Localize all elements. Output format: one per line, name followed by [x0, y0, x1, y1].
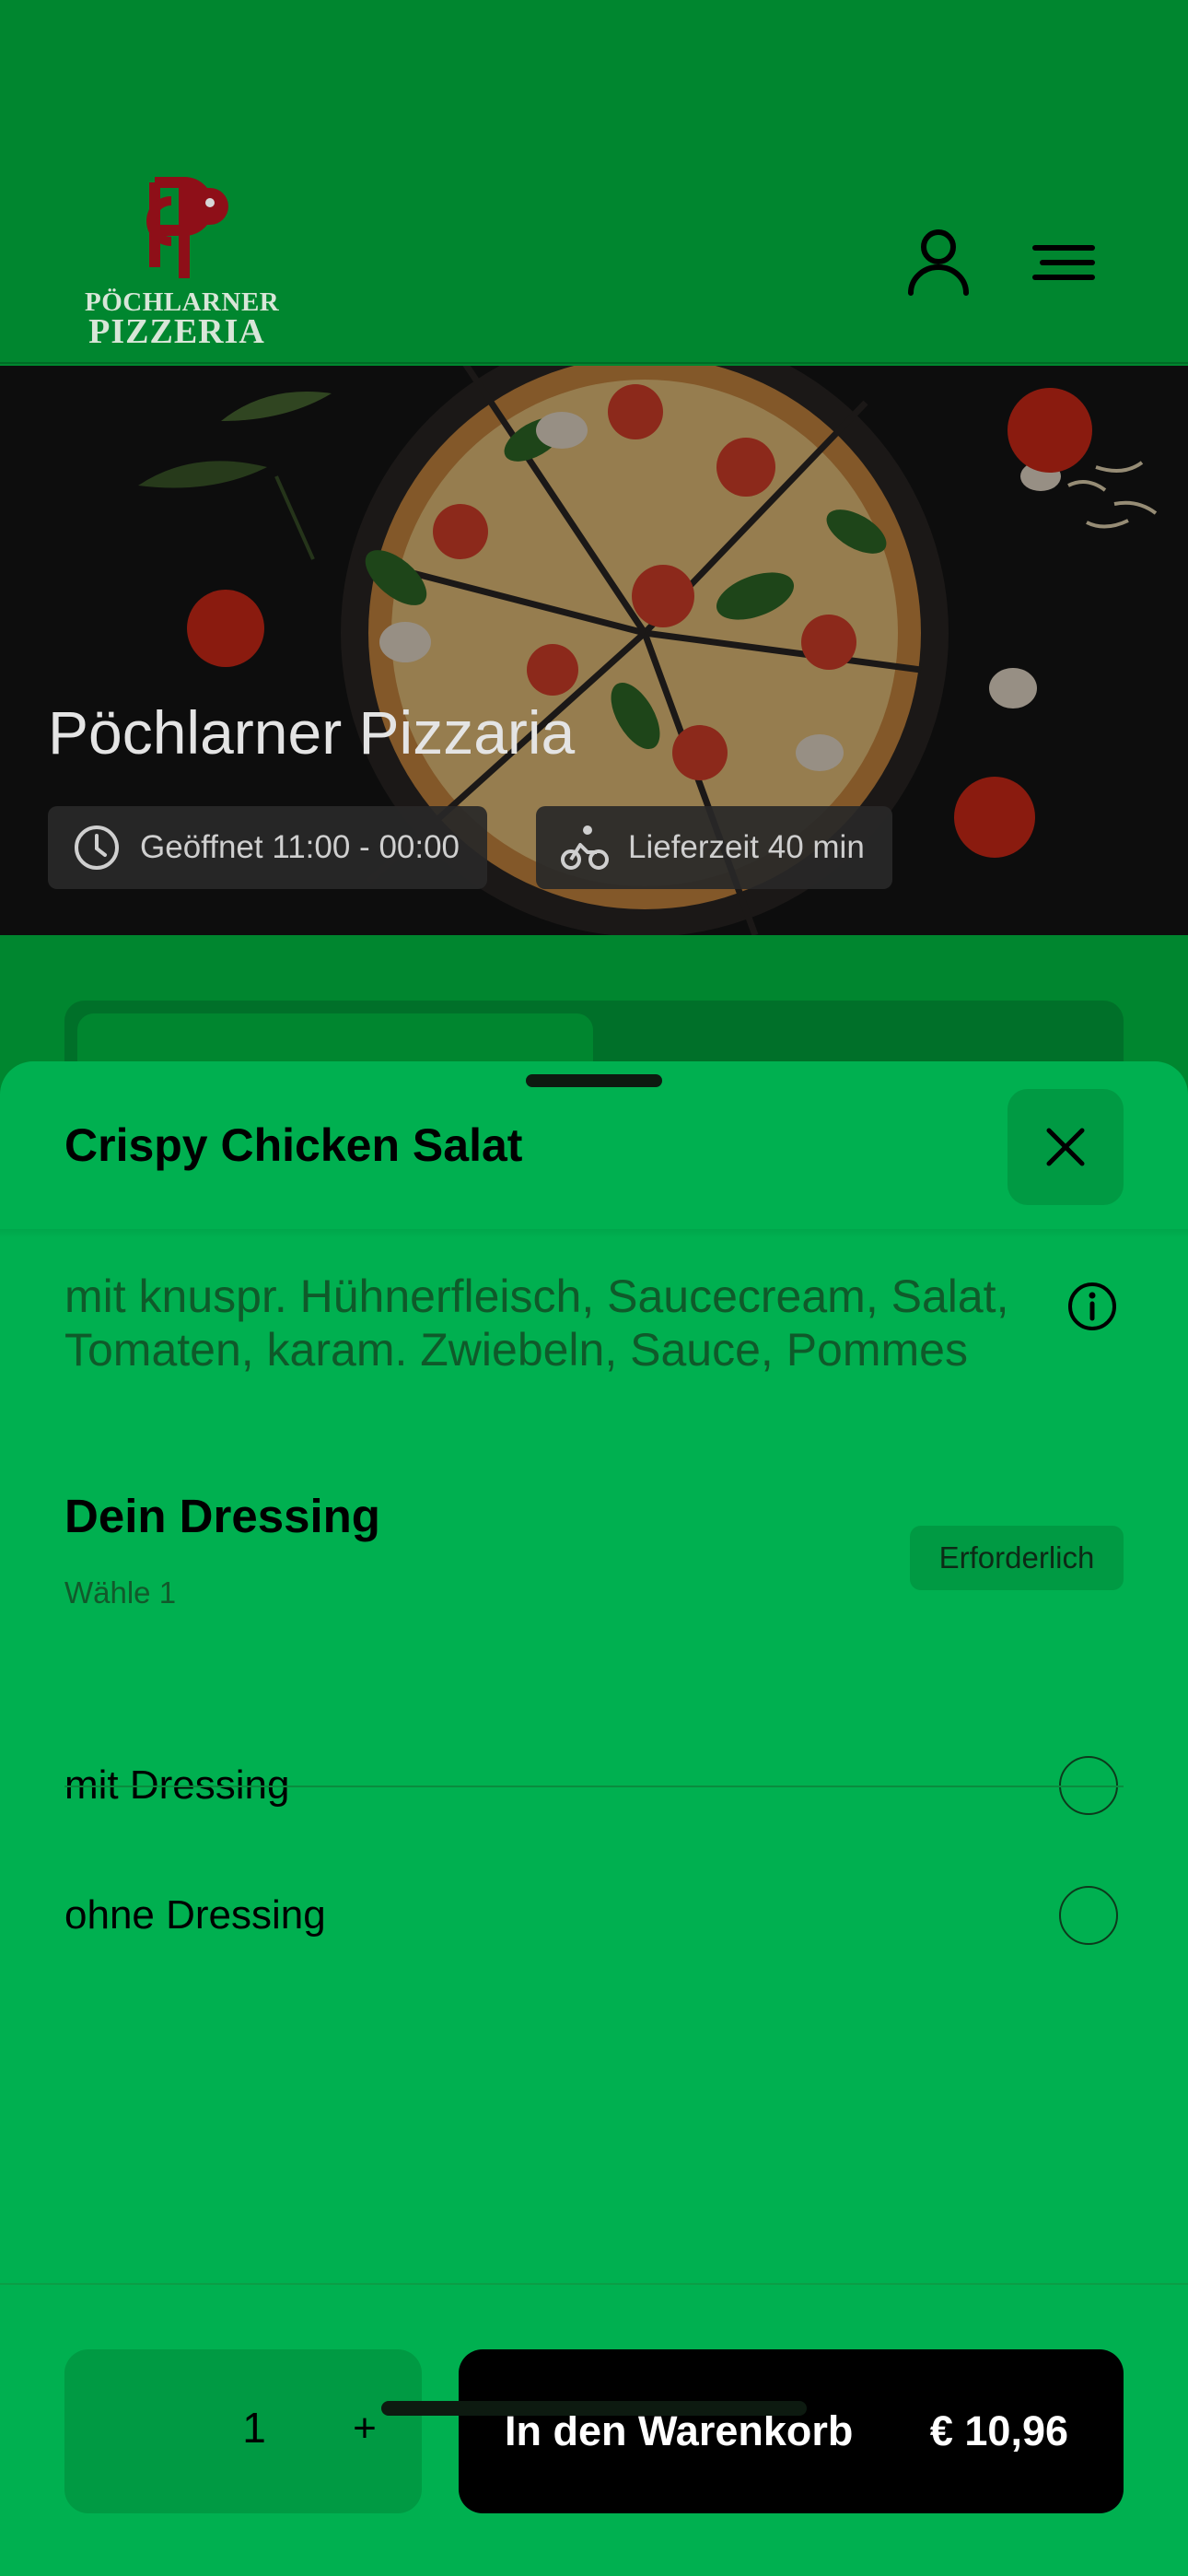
account-button[interactable]: [897, 221, 980, 304]
menu-button[interactable]: [1022, 221, 1105, 304]
opening-hours-chip: Geöffnet 11:00 - 00:00: [48, 806, 488, 889]
logo-text-bottom: PIZZERIA: [88, 312, 265, 351]
product-description: mit knuspr. Hühnerfleisch, Saucecream, S…: [64, 1270, 1009, 1376]
close-button[interactable]: [1007, 1089, 1124, 1205]
quantity-stepper: 1 +: [64, 2349, 422, 2513]
option-divider: [64, 1786, 1124, 1787]
product-title: Crispy Chicken Salat: [64, 1119, 523, 1171]
add-to-cart-button[interactable]: In den Warenkorb € 10,96: [459, 2349, 1124, 2513]
info-button[interactable]: [1065, 1279, 1120, 1334]
restaurant-logo[interactable]: PÖCHLARNER PIZZERIA: [85, 175, 279, 351]
option-without-dressing[interactable]: ohne Dressing: [64, 1851, 1124, 1980]
hero-banner: Pöchlarner Pizzaria Geöffnet 11:00 - 00:…: [0, 366, 1188, 935]
logo-mark-icon: [146, 177, 228, 278]
user-icon: [908, 229, 969, 296]
restaurant-name: Pöchlarner Pizzaria: [48, 698, 576, 767]
close-icon: [1046, 1128, 1085, 1166]
quantity-value: 1: [242, 2404, 266, 2452]
info-icon: [1068, 1282, 1116, 1330]
footer-divider: [0, 2283, 1188, 2285]
app-header: PÖCHLARNER PIZZERIA: [0, 0, 1188, 364]
menu-icon: [1032, 245, 1095, 280]
opening-hours-text: Geöffnet 11:00 - 00:00: [140, 829, 460, 865]
delivery-time-text: Lieferzeit 40 min: [628, 829, 865, 865]
option-group-title: Dein Dressing: [64, 1490, 380, 1542]
delivery-time-chip: Lieferzeit 40 min: [536, 806, 892, 889]
header-divider: [0, 1229, 1188, 1238]
home-indicator[interactable]: [381, 2401, 807, 2416]
clock-icon: [75, 825, 119, 870]
option-group-subtitle: Wähle 1: [64, 1575, 177, 1610]
radio-button[interactable]: [1059, 1886, 1118, 1945]
option-label: ohne Dressing: [64, 1892, 326, 1938]
price-label: € 10,96: [929, 2407, 1068, 2454]
bike-icon: [561, 825, 609, 870]
required-badge: Erforderlich: [910, 1526, 1124, 1590]
sheet-grabber[interactable]: [526, 1074, 662, 1087]
product-sheet: Crispy Chicken Salat mit knuspr. Hühnerf…: [0, 1061, 1188, 2576]
